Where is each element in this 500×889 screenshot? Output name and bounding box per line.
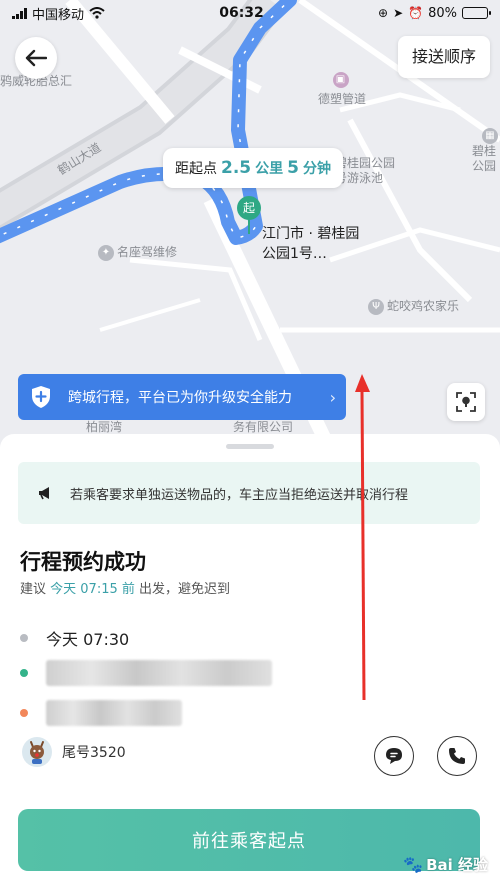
- map-label-bailiwan: 柏丽湾: [86, 420, 123, 434]
- chat-icon: [386, 748, 402, 764]
- map-label-company: 务有限公司: [233, 420, 294, 434]
- status-bar: 中国移动 06:32 ⊕ ➤ ⏰ 80%: [0, 0, 500, 26]
- trip-sheet: 若乘客要求单独运送物品的，车主应当拒绝运送并取消行程 行程预约成功 建议 今天 …: [0, 434, 500, 889]
- passenger-tail-number: 尾号3520: [62, 745, 126, 761]
- suggest-post: 出发，避免迟到: [139, 582, 231, 597]
- sheet-drag-handle[interactable]: [226, 444, 274, 449]
- map-poi-restaurant: Ψ 蛇咬鸡农家乐: [368, 297, 459, 315]
- call-button[interactable]: [437, 736, 477, 776]
- pickup-address-row[interactable]: [20, 660, 272, 686]
- back-button[interactable]: [15, 37, 57, 79]
- dropoff-dot-icon: [20, 709, 28, 717]
- suggest-pre: 建议: [20, 582, 47, 597]
- pickup-address-blurred: [46, 660, 272, 686]
- back-arrow-icon: [25, 49, 47, 67]
- dropoff-address-row[interactable]: [20, 700, 182, 726]
- locate-icon: [456, 392, 476, 412]
- safety-upgrade-banner[interactable]: 跨城行程，平台已为你升级安全能力 ›: [18, 374, 346, 420]
- signal-icon: [12, 7, 27, 19]
- phone-icon: [449, 748, 465, 764]
- reindeer-avatar-icon: [30, 741, 44, 764]
- rotation-lock-icon: ⊕: [378, 6, 389, 20]
- paw-logo-icon: 🐾: [403, 855, 424, 874]
- map-poi-mingzuo: ✦ 名座驾维修: [98, 243, 177, 261]
- status-right: ⊕ ➤ ⏰ 80%: [378, 5, 491, 21]
- wifi-icon: [89, 7, 105, 19]
- start-point-label: 江门市 · 碧桂园公园1号…: [262, 226, 360, 262]
- departure-time: 今天 07:30: [46, 630, 130, 649]
- map-label-park-pool: 碧桂园公园 号游泳池: [335, 156, 396, 185]
- battery-percent: 80%: [428, 5, 457, 21]
- clock: 06:32: [219, 5, 264, 21]
- chevron-right-icon: ›: [329, 387, 336, 407]
- megaphone-icon: [39, 487, 49, 500]
- clock-dot-icon: [20, 634, 28, 642]
- building-icon: ▦: [482, 128, 498, 144]
- message-button[interactable]: [374, 736, 414, 776]
- alarm-icon: ⏰: [408, 6, 424, 20]
- minutes-unit: 分钟: [302, 161, 331, 177]
- restaurant-icon: Ψ: [368, 298, 384, 315]
- avatar[interactable]: [22, 737, 52, 767]
- battery-icon: [461, 7, 491, 19]
- dropoff-address-blurred: [46, 700, 182, 726]
- shop-icon: ▣: [332, 72, 349, 88]
- trip-title: 行程预约成功: [20, 550, 146, 574]
- distance-prefix: 距起点: [175, 161, 217, 177]
- passenger-info: 尾号3520: [22, 737, 126, 767]
- watermark: 🐾 Bai 经验: [403, 854, 488, 875]
- distance-unit: 公里: [255, 161, 284, 177]
- departure-suggestion: 建议 今天 07:15 前 出发，避免迟到: [20, 578, 230, 597]
- watermark-text: Bai 经验: [426, 856, 488, 874]
- notice-banner: 若乘客要求单独运送物品的，车主应当拒绝运送并取消行程: [18, 462, 480, 524]
- minutes-value: 5: [287, 158, 299, 178]
- pickup-dot-icon: [20, 669, 28, 677]
- carrier-label: 中国移动: [32, 7, 85, 23]
- distance-value: 2.5: [221, 158, 252, 178]
- map-label-bigui-east: ▦ 碧桂 公园: [472, 128, 498, 173]
- status-left: 中国移动: [12, 4, 105, 23]
- distance-bubble: 距起点 2.5 公里 5 分钟: [163, 148, 343, 188]
- shield-icon: [32, 386, 50, 408]
- safety-banner-text: 跨城行程，平台已为你升级安全能力: [68, 390, 292, 406]
- notice-text: 若乘客要求单独运送物品的，车主应当拒绝运送并取消行程: [70, 487, 409, 503]
- departure-time-row: 今天 07:30: [20, 626, 129, 650]
- wrench-icon: ✦: [98, 244, 114, 261]
- pickup-order-button[interactable]: 接送顺序: [397, 36, 490, 78]
- start-point-pin[interactable]: 起: [237, 196, 261, 234]
- locate-button[interactable]: [447, 383, 485, 421]
- map-poi-desu: ▣ 德塑管道: [318, 72, 367, 106]
- location-icon: ➤: [393, 6, 404, 20]
- suggest-time: 今天 07:15 前: [50, 582, 135, 597]
